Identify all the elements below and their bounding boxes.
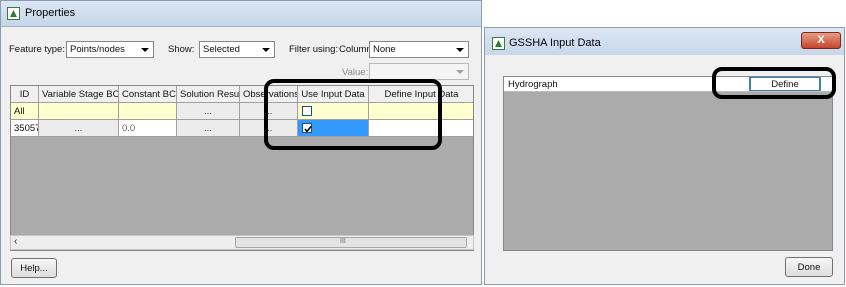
chevron-down-icon [141,48,149,52]
column-value: None [373,44,396,55]
done-button[interactable]: Done [785,257,833,277]
properties-titlebar[interactable]: Properties [1,1,481,27]
row-all-id: All [11,103,39,120]
value-label: Value: [342,67,369,78]
show-label: Show: [168,44,195,55]
feature-type-select[interactable]: Points/nodes [66,41,154,58]
column-header-variable-stage[interactable]: Variable Stage BC [39,86,119,103]
help-button[interactable]: Help... [11,258,57,278]
row-all-constant[interactable] [119,103,177,120]
column-header-solution[interactable]: Solution Resul [177,86,240,103]
gssha-titlebar[interactable]: GSSHA Input Data X [485,28,844,55]
gssha-title: GSSHA Input Data [509,37,601,49]
row-35057-variable-stage-button[interactable]: ... [39,120,119,137]
gms-app-icon [7,7,20,20]
show-value: Selected [203,44,240,55]
show-select[interactable]: Selected [199,41,275,58]
properties-dialog: Properties Feature type: Points/nodes Sh… [0,0,482,285]
chevron-down-icon [262,48,270,52]
scrollbar-thumb[interactable]: III [235,237,467,248]
value-select[interactable] [369,63,469,80]
feature-type-value: Points/nodes [70,44,125,55]
scroll-left-arrow-icon[interactable]: ‹ [14,236,17,247]
column-header-constant-bc[interactable]: Constant BC [119,86,177,103]
define-callout [712,67,836,99]
row-35057-solution-button[interactable]: ... [177,120,240,137]
filter-label: Filter using: [289,44,339,55]
scrollbar-grip-icon: III [340,238,346,245]
hydrograph-label: Hydrograph [508,79,558,90]
row-all-variable-stage[interactable] [39,103,119,120]
column-select[interactable]: None [369,41,469,58]
feature-type-label: Feature type: [9,44,65,55]
row-35057-id: 35057 [11,120,39,137]
gssha-input-dialog: GSSHA Input Data X Hydrograph Define Don… [484,27,845,285]
gms-app-icon [492,37,505,50]
annotation-callout [264,79,442,150]
gssha-data-grid[interactable]: Hydrograph Define [503,76,833,251]
row-all-solution-button[interactable]: ... [177,103,240,120]
chevron-down-icon [456,70,464,74]
column-header-id[interactable]: ID [11,86,39,103]
properties-title: Properties [25,7,76,19]
chevron-down-icon [456,48,464,52]
row-35057-constant[interactable]: 0.0 [119,120,177,137]
close-icon[interactable]: X [801,32,841,49]
grid-horizontal-scrollbar[interactable]: ‹ III [10,235,474,250]
